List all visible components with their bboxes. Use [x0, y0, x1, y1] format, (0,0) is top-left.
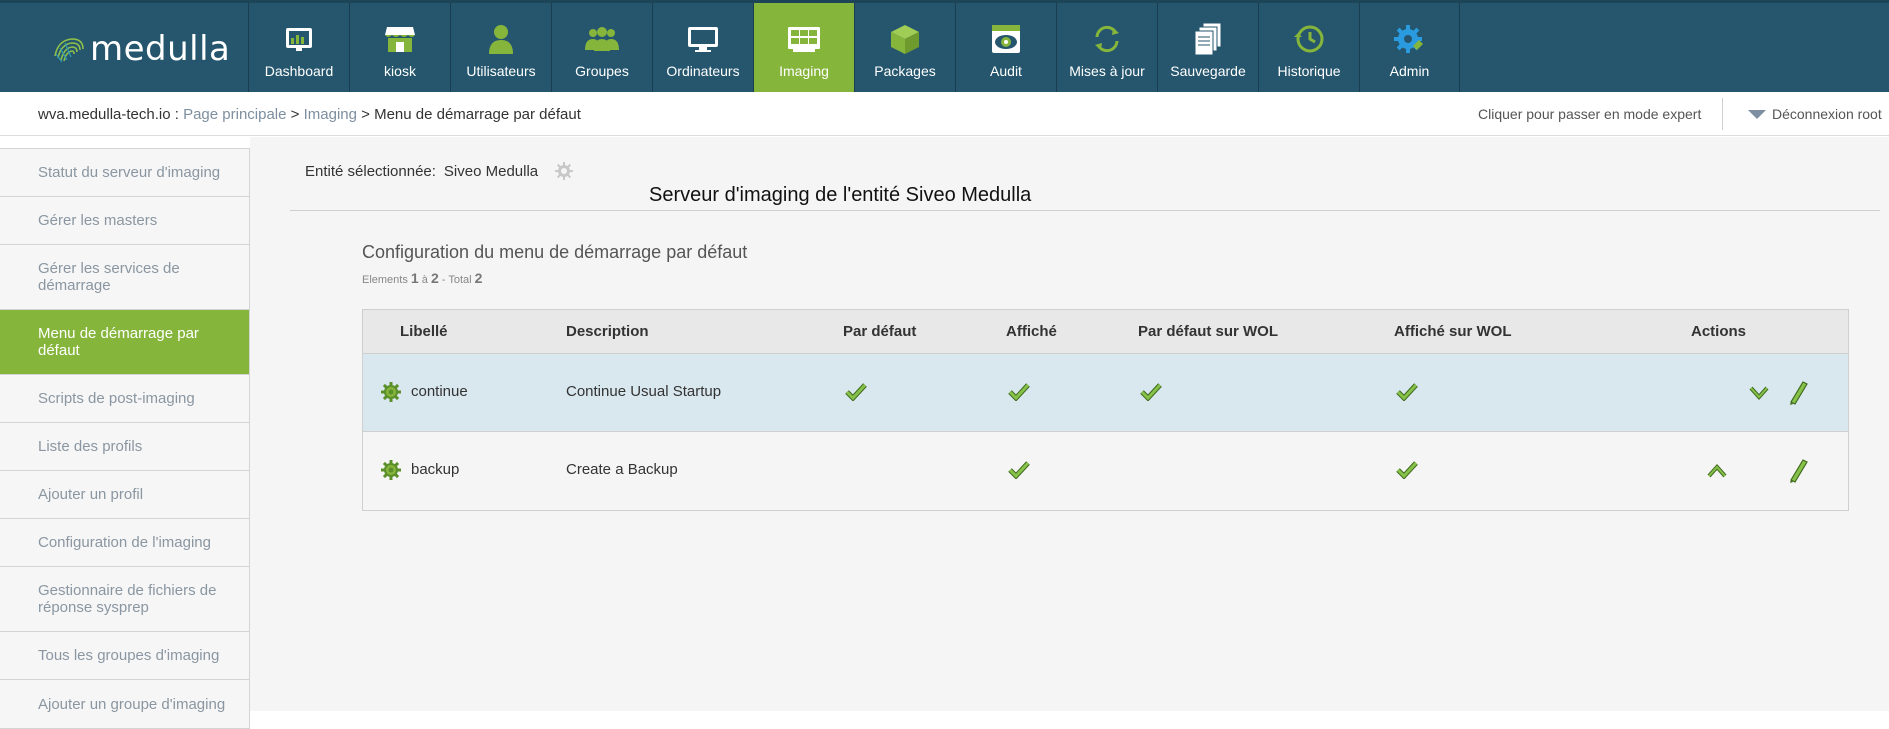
boot-item-gear-icon [381, 460, 401, 480]
nav-dashboard[interactable]: Dashboard [248, 3, 349, 95]
main-content: Entité sélectionnée: Siveo Medulla Serve… [250, 137, 1889, 711]
nav-utilisateurs[interactable]: Utilisateurs [450, 3, 551, 95]
sidebar-item-statut-serveur[interactable]: Statut du serveur d'imaging [0, 149, 249, 197]
expert-mode-link[interactable]: Cliquer pour passer en mode expert [1478, 106, 1701, 122]
check-icon [1008, 461, 1030, 479]
table-row[interactable]: continue Continue Usual Startup [363, 354, 1848, 432]
imaging-sidebar: Statut du serveur d'imaging Gérer les ma… [0, 148, 250, 729]
column-header-par-defaut-wol[interactable]: Par défaut sur WOL [1138, 323, 1278, 340]
check-icon [1140, 383, 1162, 401]
nav-packages[interactable]: Packages [854, 3, 955, 95]
backup-icon [1189, 21, 1227, 57]
boot-item-gear-icon [381, 382, 401, 402]
admin-gear-icon [1391, 21, 1429, 57]
row-description: Continue Usual Startup [566, 383, 722, 400]
move-up-icon[interactable] [1705, 458, 1729, 484]
nav-historique[interactable]: Historique [1258, 3, 1359, 95]
check-icon [1008, 383, 1030, 401]
entity-settings-icon[interactable] [554, 161, 574, 181]
nav-audit[interactable]: Audit [955, 3, 1056, 95]
main-nav: Dashboard kiosk Utilisateurs Groupes Ord… [248, 3, 1460, 95]
pagination-summary: Elements 1 à 2 - Total 2 [362, 270, 483, 286]
nav-admin[interactable]: Admin [1359, 3, 1460, 95]
boot-menu-table: Libellé Description Par défaut Affiché P… [362, 309, 1849, 511]
audit-icon [987, 21, 1025, 57]
title-divider [290, 210, 1880, 211]
history-icon [1290, 21, 1328, 57]
sidebar-item-scripts-post-imaging[interactable]: Scripts de post-imaging [0, 375, 249, 423]
server-title: Serveur d'imaging de l'entité Siveo Medu… [649, 184, 1032, 206]
nav-sauvegarde[interactable]: Sauvegarde [1157, 3, 1258, 95]
nav-groupes[interactable]: Groupes [551, 3, 652, 95]
dashboard-icon [280, 21, 318, 57]
monitor-icon [684, 21, 722, 57]
user-icon [482, 21, 520, 57]
entity-value: Siveo Medulla [443, 162, 539, 180]
breadcrumb-bar: wva.medulla-tech.io : Page principale > … [0, 92, 1889, 136]
row-label: continue [411, 383, 468, 400]
edit-icon[interactable] [1787, 380, 1811, 406]
table-row[interactable]: backup Create a Backup [363, 432, 1848, 510]
group-icon [583, 21, 621, 57]
breadcrumb: wva.medulla-tech.io : Page principale > … [38, 106, 581, 123]
package-icon [886, 21, 924, 57]
column-header-affiche-wol[interactable]: Affiché sur WOL [1394, 323, 1512, 340]
edit-icon[interactable] [1787, 458, 1811, 484]
logo-mark-icon [54, 38, 84, 63]
sidebar-item-configuration-imaging[interactable]: Configuration de l'imaging [0, 519, 249, 567]
row-description: Create a Backup [566, 461, 678, 478]
breadcrumb-current: Menu de démarrage par défaut [374, 106, 581, 123]
nav-ordinateurs[interactable]: Ordinateurs [652, 3, 753, 95]
column-header-actions: Actions [1691, 323, 1747, 340]
check-icon [1396, 461, 1418, 479]
row-label: backup [411, 461, 460, 478]
sidebar-item-services-demarrage[interactable]: Gérer les services de démarrage [0, 245, 249, 310]
imaging-icon [785, 21, 823, 57]
sidebar-item-groupes-imaging[interactable]: Tous les groupes d'imaging [0, 632, 249, 680]
logout-link[interactable]: Déconnexion root [1748, 106, 1882, 122]
top-navigation-bar: medulla Dashboard kiosk Utilisateurs Gro… [0, 0, 1889, 95]
sidebar-item-menu-demarrage[interactable]: Menu de démarrage par défaut [0, 310, 249, 375]
sidebar-item-gerer-masters[interactable]: Gérer les masters [0, 197, 249, 245]
breadcrumb-imaging-link[interactable]: Imaging [304, 106, 357, 123]
breadcrumb-home-link[interactable]: Page principale [183, 106, 286, 123]
sidebar-item-liste-profils[interactable]: Liste des profils [0, 423, 249, 471]
table-header: Libellé Description Par défaut Affiché P… [363, 310, 1848, 354]
section-title: Configuration du menu de démarrage par d… [362, 242, 748, 262]
check-icon [845, 383, 867, 401]
nav-mises-a-jour[interactable]: Mises à jour [1056, 3, 1157, 95]
column-header-description[interactable]: Description [566, 323, 649, 340]
logo-text: medulla [90, 29, 231, 69]
entity-selector: Entité sélectionnée: Siveo Medulla [305, 161, 574, 181]
column-header-affiche[interactable]: Affiché [1006, 323, 1057, 340]
chevron-down-icon [1748, 109, 1766, 119]
move-down-icon[interactable] [1747, 380, 1771, 406]
kiosk-icon [381, 21, 419, 57]
sidebar-item-ajouter-groupe[interactable]: Ajouter un groupe d'imaging [0, 680, 249, 728]
update-icon [1088, 21, 1126, 57]
entity-label: Entité sélectionnée: [305, 162, 436, 180]
header-divider [1722, 98, 1723, 130]
column-header-libelle[interactable]: Libellé [400, 323, 448, 340]
medulla-logo[interactable]: medulla [52, 27, 232, 71]
sidebar-item-sysprep[interactable]: Gestionnaire de fichiers de réponse sysp… [0, 567, 249, 632]
sidebar-item-ajouter-profil[interactable]: Ajouter un profil [0, 471, 249, 519]
nav-imaging[interactable]: Imaging [753, 3, 854, 95]
nav-kiosk[interactable]: kiosk [349, 3, 450, 95]
check-icon [1396, 383, 1418, 401]
breadcrumb-host: wva.medulla-tech.io [38, 106, 171, 123]
column-header-par-defaut[interactable]: Par défaut [843, 323, 916, 340]
